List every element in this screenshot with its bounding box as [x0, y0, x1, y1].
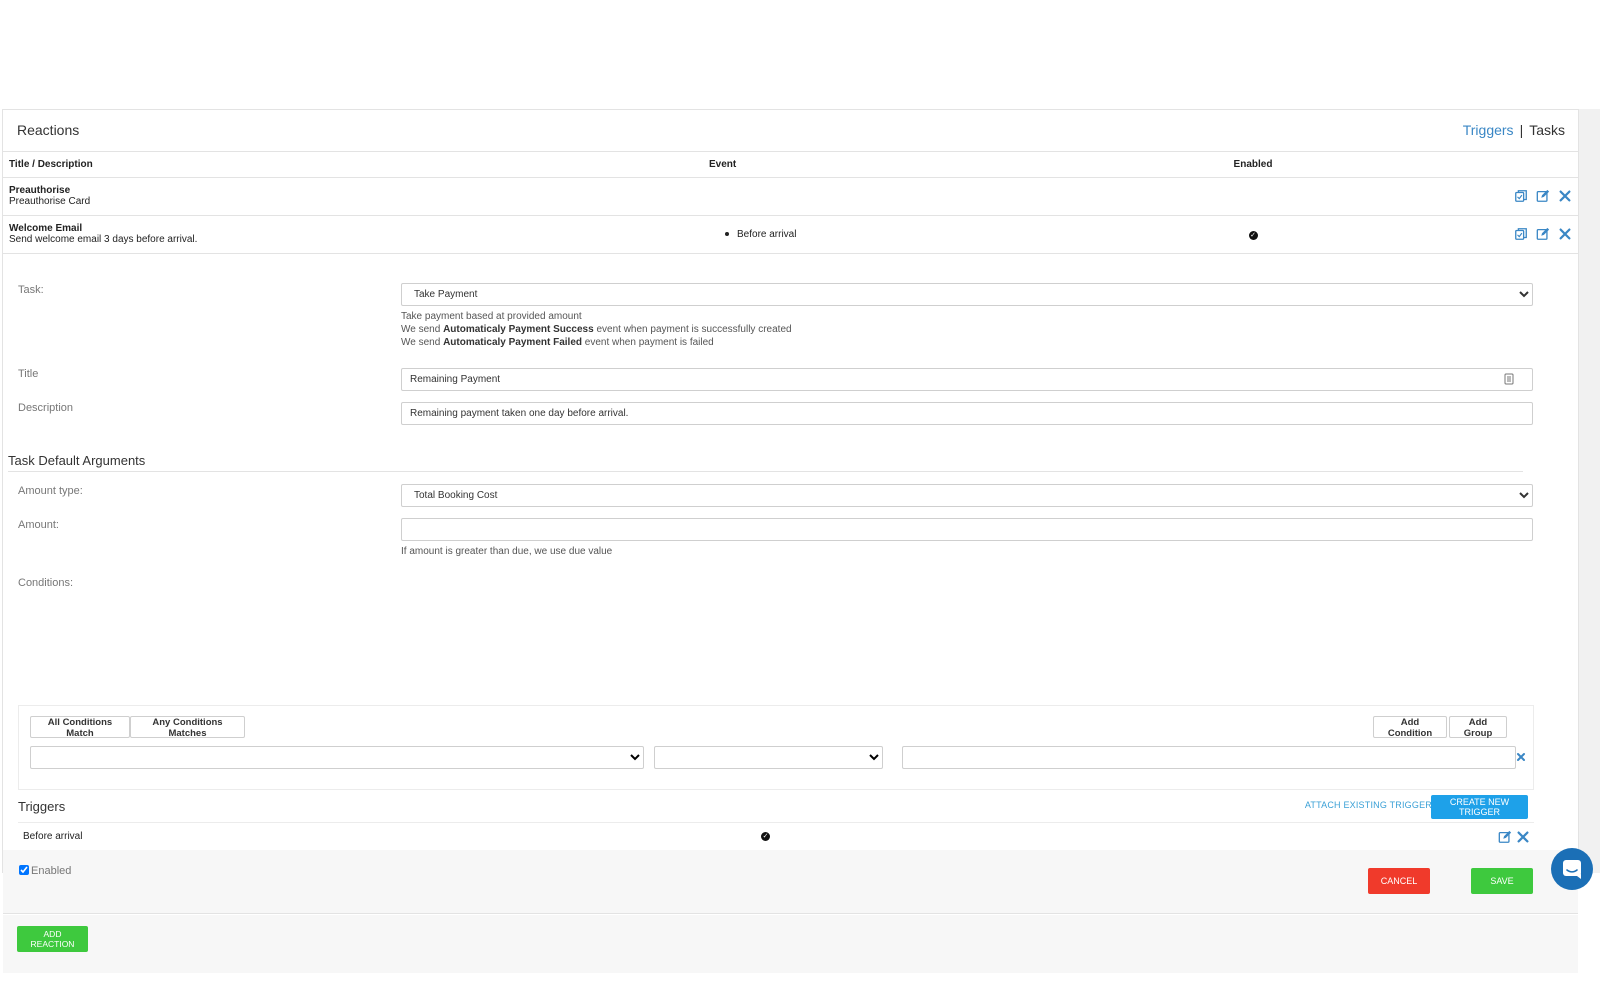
triggers-heading: Triggers	[18, 799, 66, 814]
table-row[interactable]: Before arrival ✓	[18, 822, 1534, 850]
row-title: Welcome Email	[9, 223, 83, 234]
amount-type-select[interactable]: Total Booking Cost	[401, 484, 1533, 507]
table-row[interactable]: Preauthorise Preauthorise Card	[3, 177, 1578, 216]
event-name-failed: Automaticaly Payment Failed	[443, 337, 582, 348]
bullet-icon	[725, 231, 729, 236]
conditions-builder: All Conditions Match Any Conditions Matc…	[18, 705, 1534, 790]
description-label: Description	[18, 402, 74, 414]
nav-link-tasks[interactable]: Tasks	[1529, 122, 1565, 138]
amount-type-label: Amount type:	[18, 485, 83, 497]
title-input[interactable]	[401, 368, 1533, 391]
column-header-title: Title / Description	[3, 152, 703, 178]
task-help-line: Take payment based at provided amount	[401, 311, 582, 322]
column-header-enabled: Enabled	[1173, 152, 1333, 178]
all-conditions-match-button[interactable]: All Conditions Match	[30, 716, 130, 739]
row-event: Before arrival	[737, 228, 797, 240]
row-title: Preauthorise	[9, 185, 71, 196]
reactions-panel: Reactions Triggers | Tasks Title / Descrip…	[2, 109, 1579, 973]
panel-nav: Triggers | Tasks	[1463, 122, 1565, 138]
table-row[interactable]: Welcome Email Send welcome email 3 days …	[3, 215, 1578, 254]
attach-existing-trigger-button[interactable]: ATTACH EXISTING TRIGGER	[1305, 800, 1432, 810]
edit-icon[interactable]	[1498, 830, 1512, 844]
title-label: Title	[18, 368, 39, 380]
delete-icon[interactable]	[1558, 189, 1572, 203]
section-title: Task Default Arguments	[8, 453, 1523, 472]
edit-icon[interactable]	[1536, 189, 1550, 203]
check-circle-icon: ✓	[1248, 230, 1258, 240]
chat-icon	[1563, 860, 1581, 879]
delete-icon[interactable]	[1516, 830, 1530, 844]
save-button[interactable]: SAVE	[1471, 868, 1533, 894]
condition-value-input[interactable]	[902, 746, 1516, 769]
amount-input[interactable]	[401, 518, 1533, 541]
column-header-event: Event	[703, 152, 1173, 178]
event-name-success: Automaticaly Payment Success	[443, 324, 594, 335]
page-title: Reactions	[17, 122, 80, 138]
check-circle-icon: ✓	[761, 832, 770, 841]
page-scrollbar[interactable]	[1579, 109, 1600, 873]
create-new-trigger-button[interactable]: CREATE NEW TRIGGER	[1431, 795, 1528, 819]
nav-separator: |	[1519, 122, 1524, 138]
amount-label: Amount:	[18, 519, 59, 531]
list-icon[interactable]	[1503, 373, 1515, 385]
panel-header: Reactions Triggers | Tasks	[3, 110, 1578, 152]
enabled-checkbox-label[interactable]: Enabled	[19, 865, 71, 877]
form-footer: Enabled CANCEL SAVE	[3, 850, 1578, 914]
task-help: Take payment based at provided amount We…	[401, 311, 792, 348]
add-group-button[interactable]: Add Group	[1449, 716, 1507, 739]
task-label: Task:	[18, 284, 44, 296]
task-select[interactable]: Take Payment	[401, 283, 1533, 306]
nav-link-triggers[interactable]: Triggers	[1463, 122, 1514, 138]
duplicate-icon[interactable]	[1514, 227, 1528, 241]
add-reaction-button[interactable]: ADD REACTION	[17, 926, 88, 952]
any-conditions-match-button[interactable]: Any Conditions Matches	[130, 716, 245, 739]
enabled-checkbox[interactable]	[19, 865, 29, 875]
bottom-bar: ADD REACTION	[3, 915, 1578, 973]
description-input[interactable]	[401, 402, 1533, 425]
edit-icon[interactable]	[1536, 227, 1550, 241]
remove-condition-icon[interactable]	[1516, 752, 1526, 762]
row-description: Preauthorise Card	[9, 196, 91, 207]
row-enabled	[1173, 177, 1333, 216]
duplicate-icon[interactable]	[1514, 189, 1528, 203]
table-header-row: Title / Description Event Enabled	[3, 152, 1578, 178]
reactions-table: Title / Description Event Enabled Preaut…	[3, 152, 1578, 254]
chat-widget-button[interactable]	[1551, 848, 1593, 890]
condition-operator-select[interactable]	[654, 746, 883, 769]
add-condition-button[interactable]: Add Condition	[1373, 716, 1447, 739]
conditions-label: Conditions:	[18, 577, 74, 589]
row-description: Send welcome email 3 days before arrival…	[9, 234, 198, 245]
amount-help: If amount is greater than due, we use du…	[401, 546, 613, 557]
delete-icon[interactable]	[1558, 227, 1572, 241]
condition-field-select[interactable]	[30, 746, 644, 769]
trigger-name: Before arrival	[23, 831, 83, 842]
row-event	[703, 177, 1173, 216]
cancel-button[interactable]: CANCEL	[1368, 868, 1430, 894]
